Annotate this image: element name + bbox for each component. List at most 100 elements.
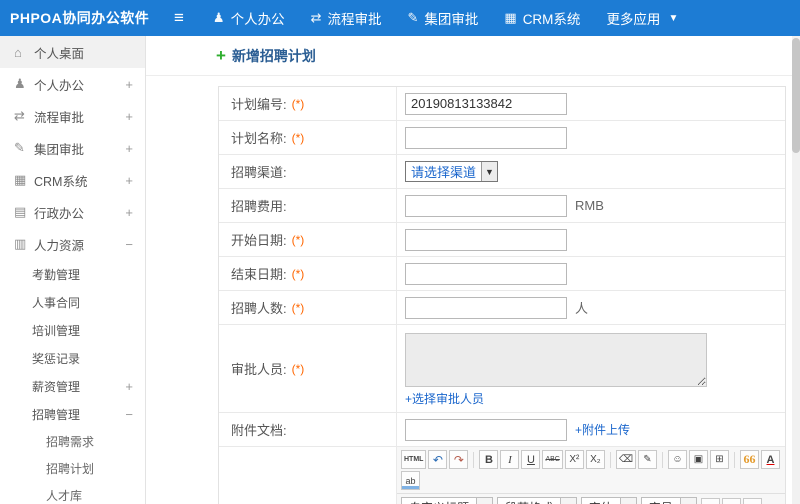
- required-marker: (*): [291, 232, 305, 247]
- subscript-button[interactable]: X₂: [585, 450, 605, 469]
- field-label: 招聘费用:: [231, 199, 287, 214]
- nav-item-crm-system[interactable]: ▦ CRM系统: [491, 0, 593, 36]
- sidebar-item-human-resources[interactable]: ▥ 人力资源 −: [0, 228, 145, 260]
- field-label: 计划编号:: [231, 97, 287, 112]
- form-row-headcount: 招聘人数: (*) 人: [219, 291, 785, 325]
- app-logo: PHPOA协同办公软件: [10, 10, 150, 26]
- attachment-upload-link[interactable]: +附件上传: [575, 421, 630, 438]
- superscript-button[interactable]: X²: [564, 450, 584, 469]
- sidebar-item-recruitment-demand[interactable]: 招聘需求: [0, 428, 145, 455]
- nav-item-workflow-approval[interactable]: ⇄ 流程审批: [298, 0, 395, 36]
- sidebar-item-salary[interactable]: 薪资管理 +: [0, 372, 145, 400]
- sidebar-item-personal-office[interactable]: ♟ 个人办公 +: [0, 68, 145, 100]
- required-marker: (*): [291, 96, 305, 111]
- edit-icon: ✎: [14, 140, 25, 155]
- sidebar-item-hr-contract[interactable]: 人事合同: [0, 288, 145, 316]
- sidebar-item-group-approval[interactable]: ✎ 集团审批 +: [0, 132, 145, 164]
- scrollbar-thumb[interactable]: [792, 38, 800, 153]
- chart-icon: ▦: [14, 172, 27, 187]
- nav-item-group-approval[interactable]: ✎ 集团审批: [394, 0, 491, 36]
- field-label: 附件文档:: [231, 423, 287, 438]
- blockquote-button[interactable]: 66: [740, 450, 759, 469]
- sidebar: ⌂ 个人桌面 ♟ 个人办公 + ⇄ 流程审批 + ✎ 集团审批 + ▦ CRM系…: [0, 36, 146, 504]
- nav-label: 更多应用: [606, 12, 661, 27]
- chart-icon: ▦: [504, 10, 517, 25]
- field-label: 招聘人数:: [231, 301, 287, 316]
- expand-icon: +: [125, 140, 133, 156]
- required-marker: (*): [291, 300, 305, 315]
- highlight-color-button[interactable]: ab: [401, 471, 420, 490]
- expand-icon: +: [125, 76, 133, 92]
- emoticon-button[interactable]: ☺: [668, 450, 687, 469]
- sidebar-item-workflow-approval[interactable]: ⇄ 流程审批 +: [0, 100, 145, 132]
- chevron-down-icon: ▼: [668, 12, 679, 24]
- headcount-input[interactable]: [405, 296, 567, 319]
- bold-button[interactable]: B: [479, 450, 499, 469]
- people-icon: ▥: [14, 236, 27, 251]
- sidebar-item-training[interactable]: 培训管理: [0, 316, 145, 344]
- sidebar-item-rewards-punishments[interactable]: 奖惩记录: [0, 344, 145, 372]
- start-date-input[interactable]: [405, 228, 567, 251]
- font-color-button[interactable]: A: [761, 450, 780, 469]
- field-label: 开始日期:: [231, 233, 287, 248]
- nav-item-more-apps[interactable]: 更多应用 ▼: [593, 0, 691, 36]
- form-row-approver: 审批人员: (*) +选择审批人员: [219, 325, 785, 413]
- field-label: 计划名称:: [231, 131, 287, 146]
- attachment-input[interactable]: [405, 418, 567, 441]
- form-row-attachment: 附件文档: +附件上传: [219, 413, 785, 447]
- page-title: 新增招聘计划: [231, 47, 316, 64]
- channel-select[interactable]: 请选择渠道 ▼: [405, 161, 498, 182]
- align-left-button[interactable]: ≡: [700, 498, 720, 504]
- sidebar-item-crm-system[interactable]: ▦ CRM系统 +: [0, 164, 145, 196]
- plan-name-input[interactable]: [405, 126, 567, 149]
- chevron-down-icon: ▼: [679, 498, 696, 504]
- font-size-dropdown[interactable]: 字号 ▼: [640, 497, 697, 504]
- italic-button[interactable]: I: [500, 450, 520, 469]
- edit-icon: ✎: [407, 10, 419, 25]
- table-button[interactable]: ⊞: [710, 450, 729, 469]
- plan-no-input[interactable]: [405, 92, 567, 115]
- sidebar-item-recruitment-plan[interactable]: 招聘计划: [0, 455, 145, 482]
- form-row-channel: 招聘渠道: 请选择渠道 ▼: [219, 155, 785, 189]
- html-source-button[interactable]: HTML: [401, 450, 427, 469]
- toolbar-separator: [609, 451, 611, 468]
- remove-format-button[interactable]: ⌫: [615, 450, 636, 469]
- user-icon: ♟: [212, 10, 225, 25]
- form-row-plan-no: 计划编号: (*): [219, 87, 785, 121]
- required-marker: (*): [291, 361, 305, 376]
- heading-style-dropdown[interactable]: 自定义标题 ▼: [401, 497, 493, 504]
- strikethrough-button[interactable]: ABC: [542, 450, 563, 469]
- expand-icon: +: [125, 108, 133, 124]
- sidebar-item-admin-office[interactable]: ▤ 行政办公 +: [0, 196, 145, 228]
- end-date-input[interactable]: [405, 262, 567, 285]
- channel-select-value: 请选择渠道: [411, 165, 477, 180]
- form-row-editor: HTML ↶ ↷ B I U ABC X² X₂ ⌫ ✎ ☺ ▣ ⊞ 66 A …: [219, 447, 785, 504]
- sidebar-item-personal-desktop[interactable]: ⌂ 个人桌面: [0, 36, 145, 68]
- font-family-dropdown[interactable]: 字体 ▼: [580, 497, 637, 504]
- sidebar-item-recruitment-mgmt[interactable]: 招聘管理 −: [0, 400, 145, 428]
- redo-button[interactable]: ↷: [449, 450, 469, 469]
- required-marker: (*): [291, 266, 305, 281]
- toolbar-separator: [473, 451, 475, 468]
- plus-icon: +: [216, 46, 226, 65]
- undo-button[interactable]: ↶: [428, 450, 448, 469]
- underline-button[interactable]: U: [521, 450, 541, 469]
- collapse-icon: −: [125, 236, 133, 252]
- user-icon: ♟: [14, 76, 26, 91]
- align-right-button[interactable]: ≡: [742, 498, 762, 504]
- cost-input[interactable]: [405, 194, 567, 217]
- select-approver-link[interactable]: +选择审批人员: [405, 390, 484, 407]
- vertical-scrollbar[interactable]: [792, 36, 800, 504]
- menu-toggle-icon[interactable]: ≡: [158, 0, 200, 36]
- required-marker: (*): [291, 130, 305, 145]
- nav-item-personal-office[interactable]: ♟ 个人办公: [200, 0, 298, 36]
- align-center-button[interactable]: ≡: [721, 498, 741, 504]
- sidebar-item-talent-pool[interactable]: 人才库: [0, 482, 145, 504]
- workflow-icon: ⇄: [14, 108, 25, 123]
- chevron-down-icon: ▼: [559, 498, 576, 504]
- format-painter-button[interactable]: ✎: [638, 450, 657, 469]
- sidebar-item-attendance[interactable]: 考勤管理: [0, 260, 145, 288]
- image-button[interactable]: ▣: [689, 450, 708, 469]
- approver-textarea[interactable]: [405, 333, 707, 387]
- paragraph-format-dropdown[interactable]: 段落格式 ▼: [496, 497, 577, 504]
